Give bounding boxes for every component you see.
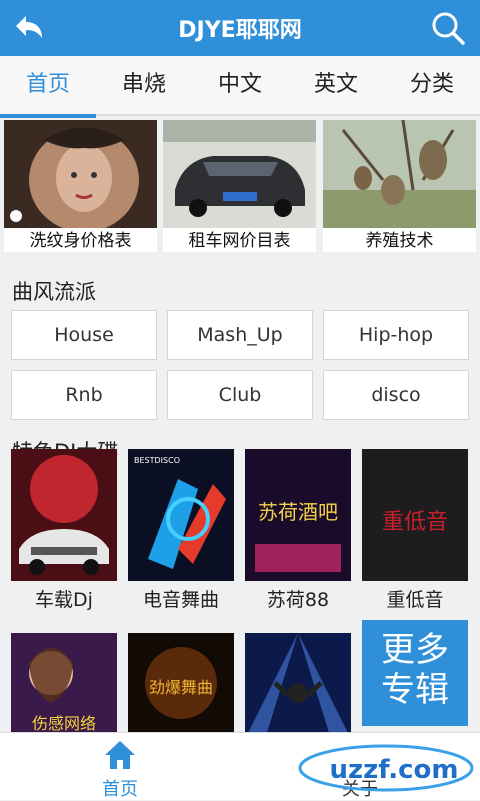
banner-car-rental[interactable]: 租车网价目表 — [163, 120, 316, 252]
tab-categories[interactable]: 分类 — [384, 56, 480, 116]
bottom-nav-home[interactable]: 首页 — [0, 733, 240, 801]
album-cover-text: 苏荷酒吧 — [258, 500, 338, 524]
home-icon — [105, 741, 135, 769]
album-cover: 苏荷酒吧 — [245, 449, 351, 581]
disc-caption: 车载Dj — [35, 589, 93, 611]
tab-english[interactable]: 英文 — [288, 56, 384, 116]
watermark-text: uzzf.com — [330, 755, 459, 785]
more-label-line-2: 专辑 — [381, 670, 449, 710]
album-cover-text: 重低音 — [382, 510, 448, 535]
disc-caption: 苏荷88 — [266, 589, 330, 611]
category-tabs: 首页 串烧 中文 英文 分类 — [0, 56, 480, 118]
search-icon[interactable] — [428, 8, 468, 48]
uzzf-logo: uzzf.com — [298, 744, 474, 792]
banner-caption: 租车网价目表 — [188, 231, 291, 251]
tattoo-image — [4, 120, 157, 228]
genre-club[interactable]: Club — [167, 370, 313, 420]
banner-tattoo[interactable]: 洗纹身价格表 — [4, 120, 157, 252]
more-albums-button[interactable]: 更多 专辑 — [362, 620, 468, 726]
album-cover-text: BESTDISCO — [134, 456, 180, 465]
genres-heading: 曲风流派 — [12, 280, 96, 304]
app-title: DJYE耶耶网 — [178, 18, 302, 43]
album-cover: 重低音 — [362, 449, 468, 581]
more-label-line-1: 更多 — [381, 630, 449, 670]
album-cover-text: 劲爆舞曲 — [149, 678, 213, 697]
genre-mash-up[interactable]: Mash_Up — [167, 310, 313, 360]
disc-caption: 重低音 — [386, 589, 444, 611]
tab-home[interactable]: 首页 — [0, 56, 96, 118]
genre-house[interactable]: House — [11, 310, 157, 360]
bottom-nav-label: 首页 — [102, 779, 138, 800]
top-app-bar: DJYE耶耶网 — [0, 0, 480, 56]
album-cover-text: 伤感网络 — [32, 714, 96, 733]
album-cover — [11, 449, 117, 581]
hornet-nest-image — [323, 120, 476, 228]
banner-caption: 养殖技术 — [365, 231, 434, 251]
banner-caption: 洗纹身价格表 — [29, 231, 132, 251]
tab-medley[interactable]: 串烧 — [96, 56, 192, 116]
genre-hip-hop[interactable]: Hip-hop — [323, 310, 469, 360]
car-image — [163, 120, 316, 228]
disc-caption: 电音舞曲 — [142, 589, 219, 611]
banner-farming[interactable]: 养殖技术 — [323, 120, 476, 252]
album-cover: BESTDISCO — [128, 449, 234, 581]
genre-disco[interactable]: disco — [323, 370, 469, 420]
tab-chinese[interactable]: 中文 — [192, 56, 288, 116]
genre-rnb[interactable]: Rnb — [11, 370, 157, 420]
